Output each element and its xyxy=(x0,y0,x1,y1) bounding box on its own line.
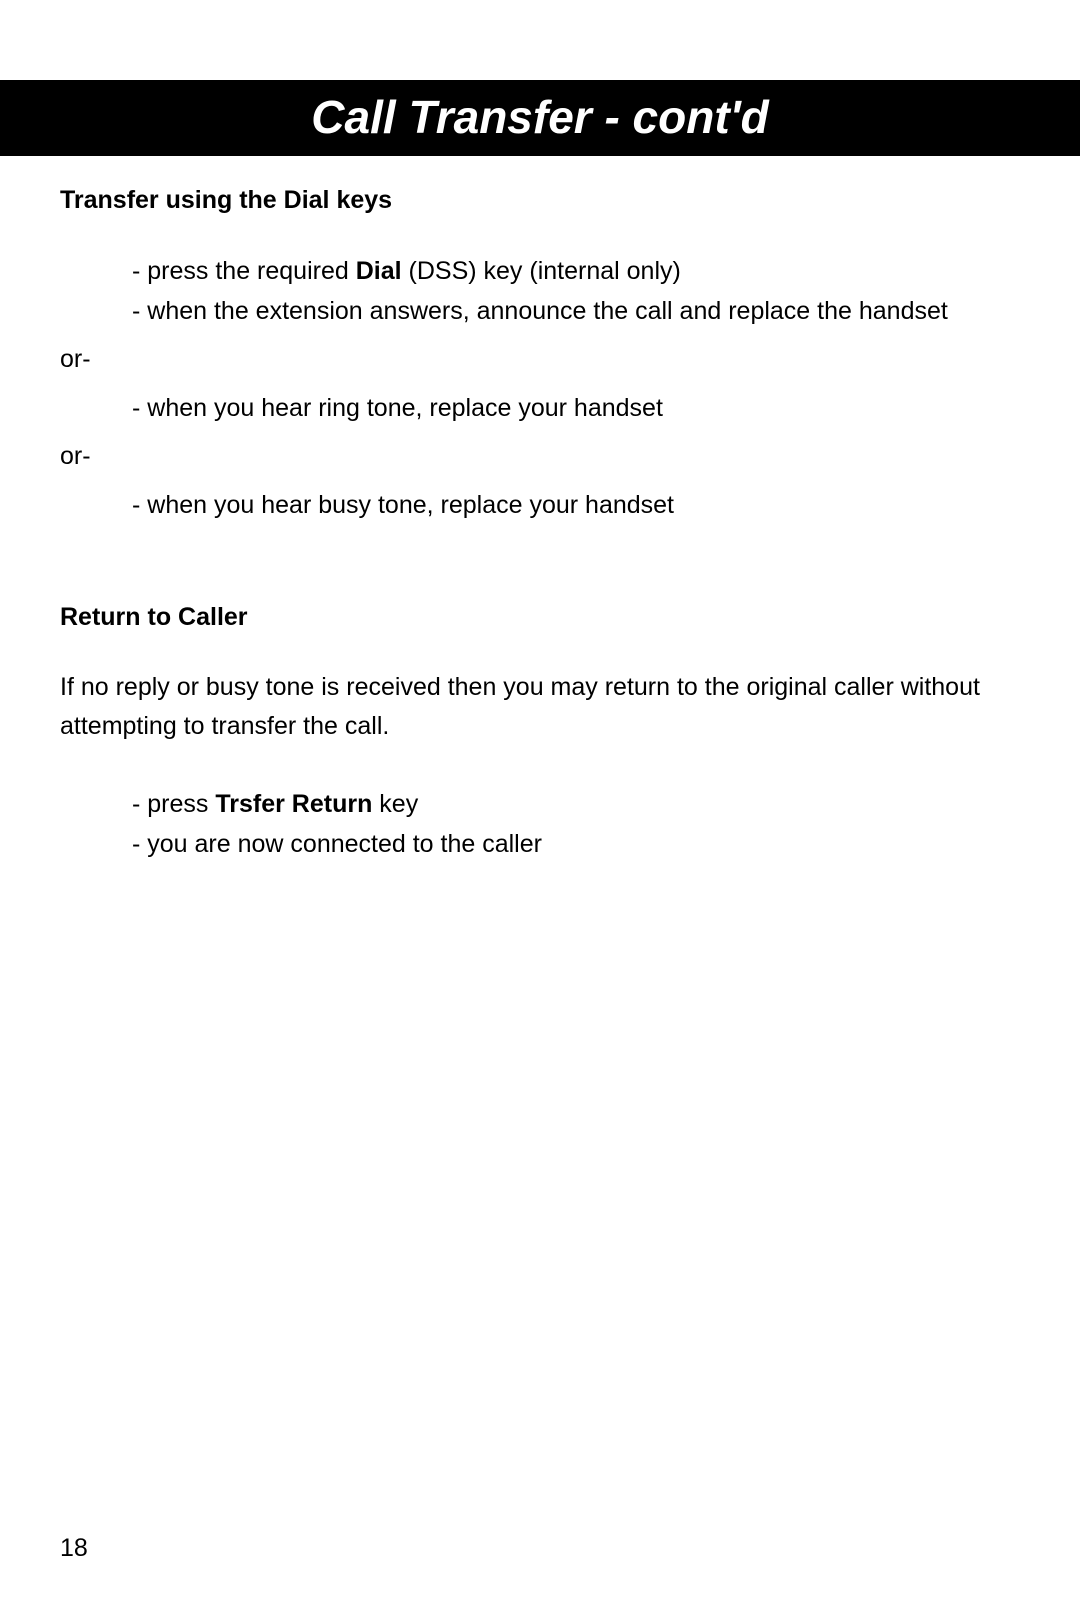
list-block-ringtone: - when you hear ring tone, replace your … xyxy=(132,388,1020,428)
list-block-return: - press Trsfer Return key - you are now … xyxy=(132,784,1020,864)
list-item-text: (DSS) key (internal only) xyxy=(402,257,681,285)
list-item-text: - press xyxy=(132,790,215,818)
page-content: Transfer using the Dial keys - press the… xyxy=(0,186,1080,864)
list-block-dial: - press the required Dial (DSS) key (int… xyxy=(132,251,1020,331)
list-item-bold: Trsfer Return xyxy=(215,790,372,818)
list-item: - press the required Dial (DSS) key (int… xyxy=(132,251,1020,291)
list-item: - you are now connected to the caller xyxy=(132,824,1020,864)
or-separator: or- xyxy=(60,345,1020,374)
section-heading-transfer-dial: Transfer using the Dial keys xyxy=(60,186,1020,215)
page-title: Call Transfer - cont'd xyxy=(311,91,768,143)
or-separator: or- xyxy=(60,442,1020,471)
list-item: - press Trsfer Return key xyxy=(132,784,1020,824)
document-page: Call Transfer - cont'd Transfer using th… xyxy=(0,80,1080,1613)
section-gap xyxy=(60,525,1020,573)
list-item: - when you hear busy tone, replace your … xyxy=(132,485,1020,525)
list-item-text: key xyxy=(372,790,418,818)
list-item: - when the extension answers, announce t… xyxy=(132,291,1020,331)
paragraph-return: If no reply or busy tone is received the… xyxy=(60,668,1020,746)
page-number: 18 xyxy=(60,1534,88,1563)
page-title-bar: Call Transfer - cont'd xyxy=(0,80,1080,156)
list-block-busy: - when you hear busy tone, replace your … xyxy=(132,485,1020,525)
section-heading-return: Return to Caller xyxy=(60,603,1020,632)
list-item-bold: Dial xyxy=(356,257,402,285)
list-item-text: - press the required xyxy=(132,257,356,285)
list-item: - when you hear ring tone, replace your … xyxy=(132,388,1020,428)
